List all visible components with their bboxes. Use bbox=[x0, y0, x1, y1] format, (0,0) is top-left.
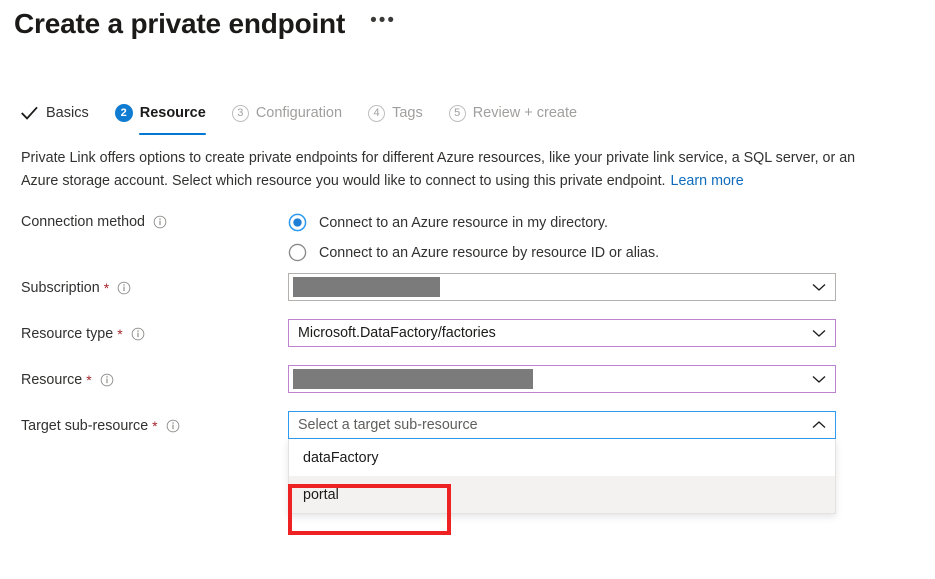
resource-required-marker: * bbox=[86, 373, 91, 387]
dropdown-option-portal[interactable]: portal bbox=[289, 476, 835, 513]
target-sub-resource-placeholder: Select a target sub-resource bbox=[289, 417, 807, 433]
info-icon[interactable] bbox=[131, 327, 145, 341]
field-resource: Resource * bbox=[0, 365, 935, 411]
tab-configuration[interactable]: 3 Configuration bbox=[232, 98, 342, 132]
chevron-up-icon[interactable] bbox=[807, 413, 831, 437]
subscription-required-marker: * bbox=[104, 281, 109, 295]
tab-tags-step: 4 bbox=[368, 105, 385, 122]
radio-connect-resource-id-label: Connect to an Azure resource by resource… bbox=[319, 245, 659, 261]
tab-tags[interactable]: 4 Tags bbox=[368, 98, 423, 132]
tab-configuration-label: Configuration bbox=[256, 105, 342, 121]
radio-unselected-icon bbox=[288, 243, 307, 262]
subscription-redacted-value bbox=[293, 277, 440, 297]
learn-more-link[interactable]: Learn more bbox=[671, 173, 744, 189]
tab-basics-label: Basics bbox=[46, 105, 89, 121]
resource-type-label-cell: Resource type * bbox=[0, 319, 288, 349]
field-subscription: Subscription * bbox=[0, 273, 935, 319]
radio-connect-resource-id[interactable]: Connect to an Azure resource by resource… bbox=[288, 238, 935, 267]
resource-dropdown[interactable] bbox=[288, 365, 836, 393]
resource-type-label: Resource type bbox=[21, 326, 113, 342]
tab-resource[interactable]: 2 Resource bbox=[115, 98, 206, 132]
resource-type-required-marker: * bbox=[117, 327, 122, 341]
info-icon[interactable] bbox=[117, 281, 131, 295]
connection-method-control: Connect to an Azure resource in my direc… bbox=[288, 207, 935, 267]
tab-review-create-label: Review + create bbox=[473, 105, 577, 121]
radio-selected-icon bbox=[288, 213, 307, 232]
tab-resource-label: Resource bbox=[140, 105, 206, 121]
resource-form: Connection method Connect to an Azure re… bbox=[0, 207, 935, 457]
target-sub-resource-label-cell: Target sub-resource * bbox=[0, 411, 288, 441]
resource-type-value: Microsoft.DataFactory/factories bbox=[289, 325, 807, 341]
resource-redacted-value bbox=[293, 369, 533, 389]
target-sub-resource-options-panel: dataFactory portal bbox=[288, 439, 836, 514]
page-description: Private Link offers options to create pr… bbox=[21, 147, 869, 193]
info-icon[interactable] bbox=[100, 373, 114, 387]
target-sub-resource-required-marker: * bbox=[152, 419, 157, 433]
page-header: Create a private endpoint ••• bbox=[14, 6, 399, 42]
wizard-tabs: Basics 2 Resource 3 Configuration 4 Tags… bbox=[20, 98, 603, 132]
resource-label-cell: Resource * bbox=[0, 365, 288, 395]
resource-label: Resource bbox=[21, 372, 82, 388]
subscription-label: Subscription bbox=[21, 280, 100, 296]
target-sub-resource-dropdown[interactable]: Select a target sub-resource bbox=[288, 411, 836, 439]
target-sub-resource-label: Target sub-resource bbox=[21, 418, 148, 434]
connection-method-label-cell: Connection method bbox=[0, 207, 288, 237]
more-options-icon[interactable]: ••• bbox=[367, 9, 399, 39]
radio-connect-directory[interactable]: Connect to an Azure resource in my direc… bbox=[288, 208, 935, 237]
chevron-down-icon[interactable] bbox=[807, 321, 831, 345]
field-target-sub-resource: Target sub-resource * Select a target su… bbox=[0, 411, 935, 457]
info-icon[interactable] bbox=[153, 215, 167, 229]
field-resource-type: Resource type * Microsoft.DataFactory/fa… bbox=[0, 319, 935, 365]
connection-method-radio-group: Connect to an Azure resource in my direc… bbox=[288, 207, 935, 267]
subscription-dropdown[interactable] bbox=[288, 273, 836, 301]
chevron-down-icon[interactable] bbox=[807, 367, 831, 391]
resource-control bbox=[288, 365, 935, 393]
tab-resource-step: 2 bbox=[115, 104, 133, 122]
chevron-down-icon[interactable] bbox=[807, 275, 831, 299]
tab-tags-label: Tags bbox=[392, 105, 423, 121]
page-title: Create a private endpoint bbox=[14, 6, 345, 42]
target-sub-resource-control: Select a target sub-resource dataFactory… bbox=[288, 411, 935, 439]
tab-review-create-step: 5 bbox=[449, 105, 466, 122]
field-connection-method: Connection method Connect to an Azure re… bbox=[0, 207, 935, 273]
info-icon[interactable] bbox=[166, 419, 180, 433]
tab-configuration-step: 3 bbox=[232, 105, 249, 122]
resource-type-control: Microsoft.DataFactory/factories bbox=[288, 319, 935, 347]
subscription-control bbox=[288, 273, 935, 301]
tab-basics[interactable]: Basics bbox=[20, 98, 89, 132]
tab-review-create[interactable]: 5 Review + create bbox=[449, 98, 577, 132]
tab-active-underline bbox=[139, 133, 206, 136]
radio-connect-directory-label: Connect to an Azure resource in my direc… bbox=[319, 215, 608, 231]
resource-type-dropdown[interactable]: Microsoft.DataFactory/factories bbox=[288, 319, 836, 347]
check-icon bbox=[20, 104, 39, 123]
subscription-label-cell: Subscription * bbox=[0, 273, 288, 303]
connection-method-label: Connection method bbox=[21, 214, 145, 230]
dropdown-option-datafactory[interactable]: dataFactory bbox=[289, 439, 835, 476]
